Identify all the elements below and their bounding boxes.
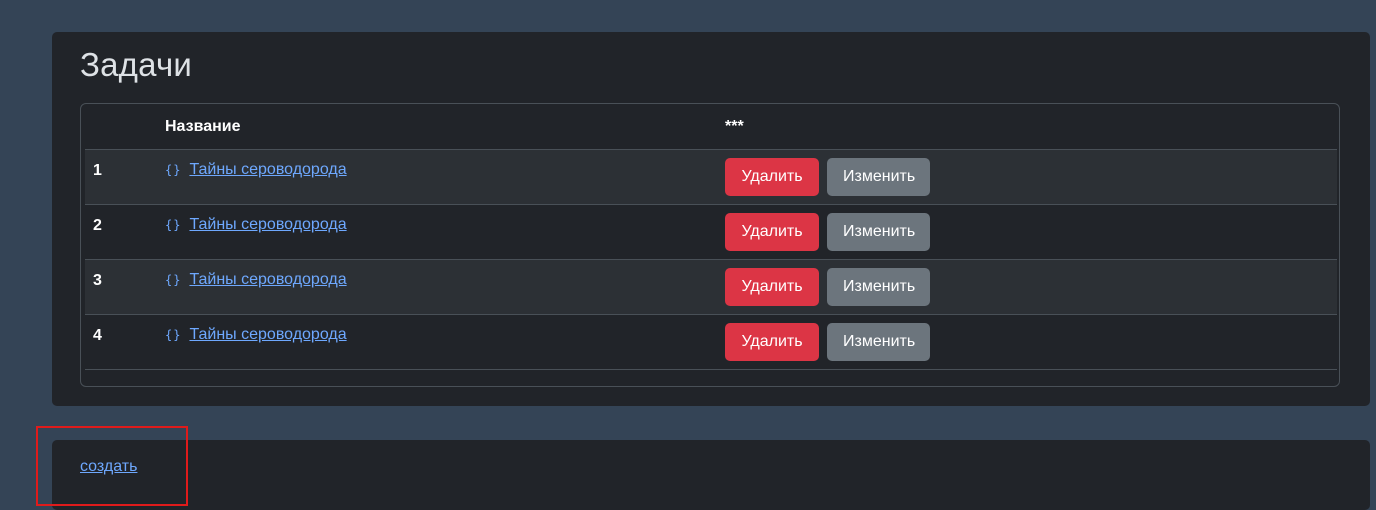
table-row: 3 {} Тайны сероводорода Удалить Изменить <box>85 259 1337 315</box>
edit-button[interactable]: Изменить <box>827 268 930 306</box>
task-link[interactable]: Тайны сероводорода <box>189 161 346 179</box>
tasks-table-container: Название *** 1 {} Тайны сероводорода Уда… <box>80 103 1340 387</box>
table-row: 4 {} Тайны сероводорода Удалить Изменить <box>85 314 1337 370</box>
row-number: 1 <box>93 162 102 179</box>
task-link[interactable]: Тайны сероводорода <box>189 216 346 234</box>
header-number <box>85 104 165 150</box>
code-braces-icon: {} <box>165 218 182 232</box>
row-number: 4 <box>93 327 102 344</box>
header-actions: *** <box>725 117 744 135</box>
tasks-card: Задачи Название *** 1 {} Тайны сероводор… <box>52 32 1370 406</box>
code-braces-icon: {} <box>165 328 182 342</box>
create-card: создать <box>52 440 1370 510</box>
row-number: 3 <box>93 272 102 289</box>
table-row: 1 {} Тайны сероводорода Удалить Изменить <box>85 149 1337 205</box>
delete-button[interactable]: Удалить <box>725 213 819 251</box>
code-braces-icon: {} <box>165 273 182 287</box>
edit-button[interactable]: Изменить <box>827 323 930 361</box>
tasks-table: Название *** 1 {} Тайны сероводорода Уда… <box>85 104 1337 370</box>
edit-button[interactable]: Изменить <box>827 213 930 251</box>
delete-button[interactable]: Удалить <box>725 323 819 361</box>
create-link[interactable]: создать <box>80 458 137 476</box>
header-name: Название <box>165 117 241 135</box>
delete-button[interactable]: Удалить <box>725 158 819 196</box>
table-row: 2 {} Тайны сероводорода Удалить Изменить <box>85 204 1337 260</box>
code-braces-icon: {} <box>165 163 182 177</box>
page-title: Задачи <box>80 46 192 83</box>
task-link[interactable]: Тайны сероводорода <box>189 271 346 289</box>
row-number: 2 <box>93 217 102 234</box>
task-link[interactable]: Тайны сероводорода <box>189 326 346 344</box>
delete-button[interactable]: Удалить <box>725 268 819 306</box>
edit-button[interactable]: Изменить <box>827 158 930 196</box>
table-header-row: Название *** <box>85 104 1337 150</box>
